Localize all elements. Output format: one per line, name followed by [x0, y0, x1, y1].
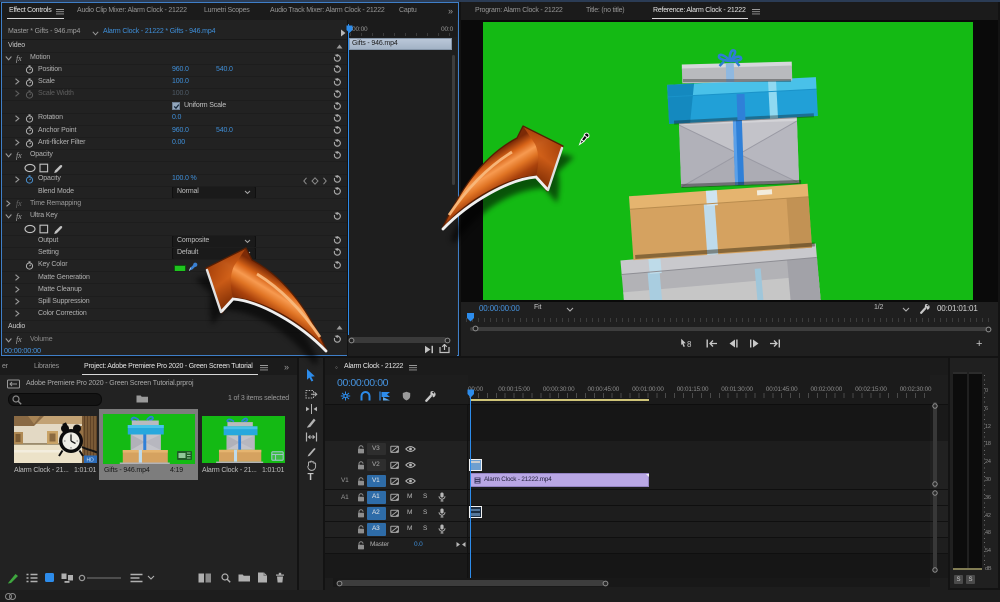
- svg-text:HD: HD: [87, 458, 95, 464]
- svg-text:8: 8: [687, 340, 692, 349]
